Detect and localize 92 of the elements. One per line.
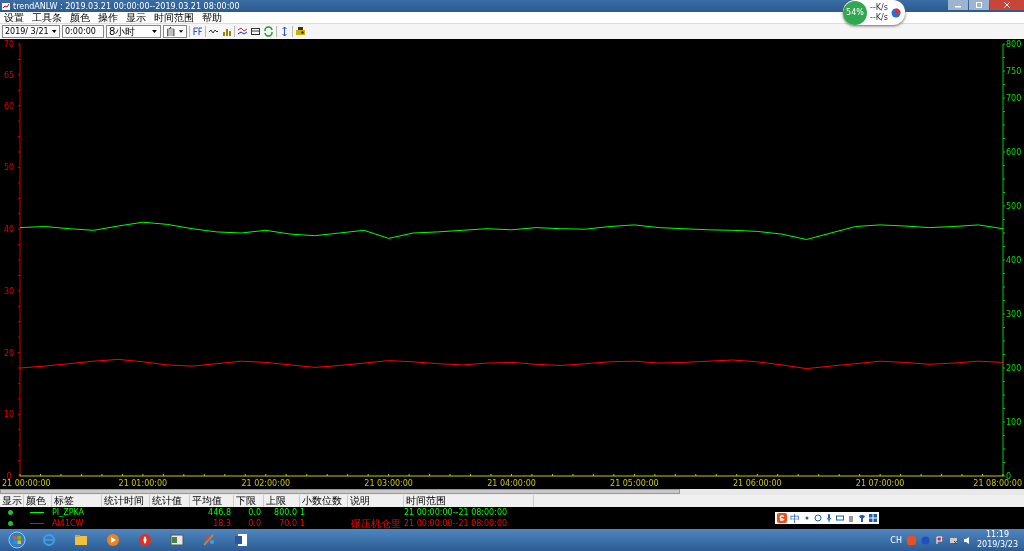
menu-item[interactable]: 帮助 [198,12,226,23]
axis-label: 800 [1006,40,1022,49]
table-cell-text: 21 00:00:00--21 08:00:00 [404,507,509,518]
direction-dropdown[interactable]: 自 [163,25,187,38]
document-icon [234,533,248,547]
visibility-dot[interactable] [8,521,13,526]
table-cell-text: 70.0 [278,518,298,529]
axis-label: 20 [3,348,15,358]
clock-date[interactable]: 2019/3/23 [976,540,1018,550]
pie-icon [890,7,901,18]
fit-icon[interactable] [192,26,203,37]
span-dropdown[interactable]: 8小时 [106,25,161,38]
axis-label: 50 [3,163,15,173]
axis-label: 300 [1006,310,1022,319]
menu-item[interactable]: 颜色 [66,12,94,23]
ime-toolbar[interactable]: 中 [775,512,879,524]
table-cell-text: 800.0 [273,507,298,518]
visibility-dot[interactable] [8,510,13,515]
download-rate: --K/s [870,12,888,23]
axis-label: 400 [1006,256,1022,265]
keyboard-icon[interactable] [836,514,844,522]
close-icon [1004,2,1010,8]
printer-icon[interactable] [295,26,306,37]
date-field[interactable]: 2019/ 3/21 [2,25,60,38]
table-cell-text: 0.0 [247,507,262,518]
window-icon [170,533,184,547]
app-icon [2,2,10,10]
axis-label: 700 [1006,94,1022,103]
time-label: 21 00:00:00 [2,479,51,488]
maximize-icon [976,2,982,8]
time-label: 21 06:00:00 [732,479,782,488]
axis-label: 0 [6,472,12,481]
close-button[interactable] [990,0,1024,10]
menu-item[interactable]: 时间范围 [150,12,198,23]
menu-item[interactable]: 设置 [0,12,28,23]
time-label: 21 03:00:00 [364,479,413,488]
axis-label: 750 [1006,67,1022,76]
grid-icon[interactable] [869,514,877,522]
table-cell-text: 碾压机仓里 [350,518,402,529]
dropdown-arrow-icon[interactable] [178,28,184,35]
time-label: 21 05:00:00 [610,479,659,488]
microphone-icon[interactable] [825,514,833,522]
lines-icon[interactable] [237,26,248,37]
time-label: 21 02:00:00 [241,479,291,488]
axis-label: 70 [3,40,15,49]
dropdown-arrow-icon[interactable] [151,28,158,35]
axis-label: 100 [1006,418,1022,427]
scrollbar-thumb[interactable] [0,489,680,494]
axis-label: 65 [3,70,15,80]
dot-icon[interactable] [803,514,811,522]
paint-icon [202,533,216,547]
upload-rate: --K/s [870,2,888,13]
time-field[interactable]: 0:00:00 [62,25,104,38]
time-label: 21 08:00:00 [973,479,1022,488]
table-cell-text: AI41CW [52,518,85,529]
menu-item[interactable]: 操作 [94,12,122,23]
axis-label: 500 [1006,202,1022,211]
window-title: trendANLW : 2019.03.21 00:00:00--2019.03.21 08:00:00 [13,0,240,12]
clock-time[interactable]: 11:19 [985,530,1009,540]
smiley-icon[interactable] [814,514,822,522]
table-icon[interactable] [250,26,261,37]
browser-icon [42,533,56,547]
input-mode-toggle[interactable]: 中 [790,512,800,524]
media-player-icon [106,533,120,547]
usage-gauge: 54% [843,0,867,25]
axis-label: 30 [3,286,15,296]
time-label: 21 01:00:00 [118,479,168,488]
language-indicator[interactable]: CH [890,535,902,545]
axis-label: 40 [3,225,15,235]
menu-item[interactable]: 显示 [122,12,150,23]
table-cell-text: 1 [300,518,307,529]
dropdown-arrow-icon[interactable] [50,28,57,35]
axis-label: 60 [3,101,15,111]
axis-label: 0 [1006,472,1012,481]
axis-label: 600 [1006,148,1022,157]
table-cell-text: 446.8 [207,507,232,518]
time-label: 21 07:00:00 [855,479,905,488]
time-label: 21 04:00:00 [487,479,536,488]
table-cell-text: PI_ZPKA [52,507,86,518]
table-cell-text: 18.3 [212,518,232,529]
table-cell-text: 21 00:00:00--21 08:00:00 [404,518,509,529]
table-cell-text: 0.0 [247,518,262,529]
folder-icon [74,533,88,547]
shirt-icon[interactable] [858,514,866,522]
speaker-icon[interactable] [962,535,972,545]
vertical-arrows-icon[interactable] [279,26,290,37]
menu-item[interactable]: 工具条 [28,12,66,23]
axis-label: 10 [3,410,15,420]
flag-icon[interactable] [934,535,944,545]
axis-label: 200 [1006,364,1022,373]
network-icon[interactable] [948,535,958,545]
table-cell-text: 1 [300,507,307,518]
